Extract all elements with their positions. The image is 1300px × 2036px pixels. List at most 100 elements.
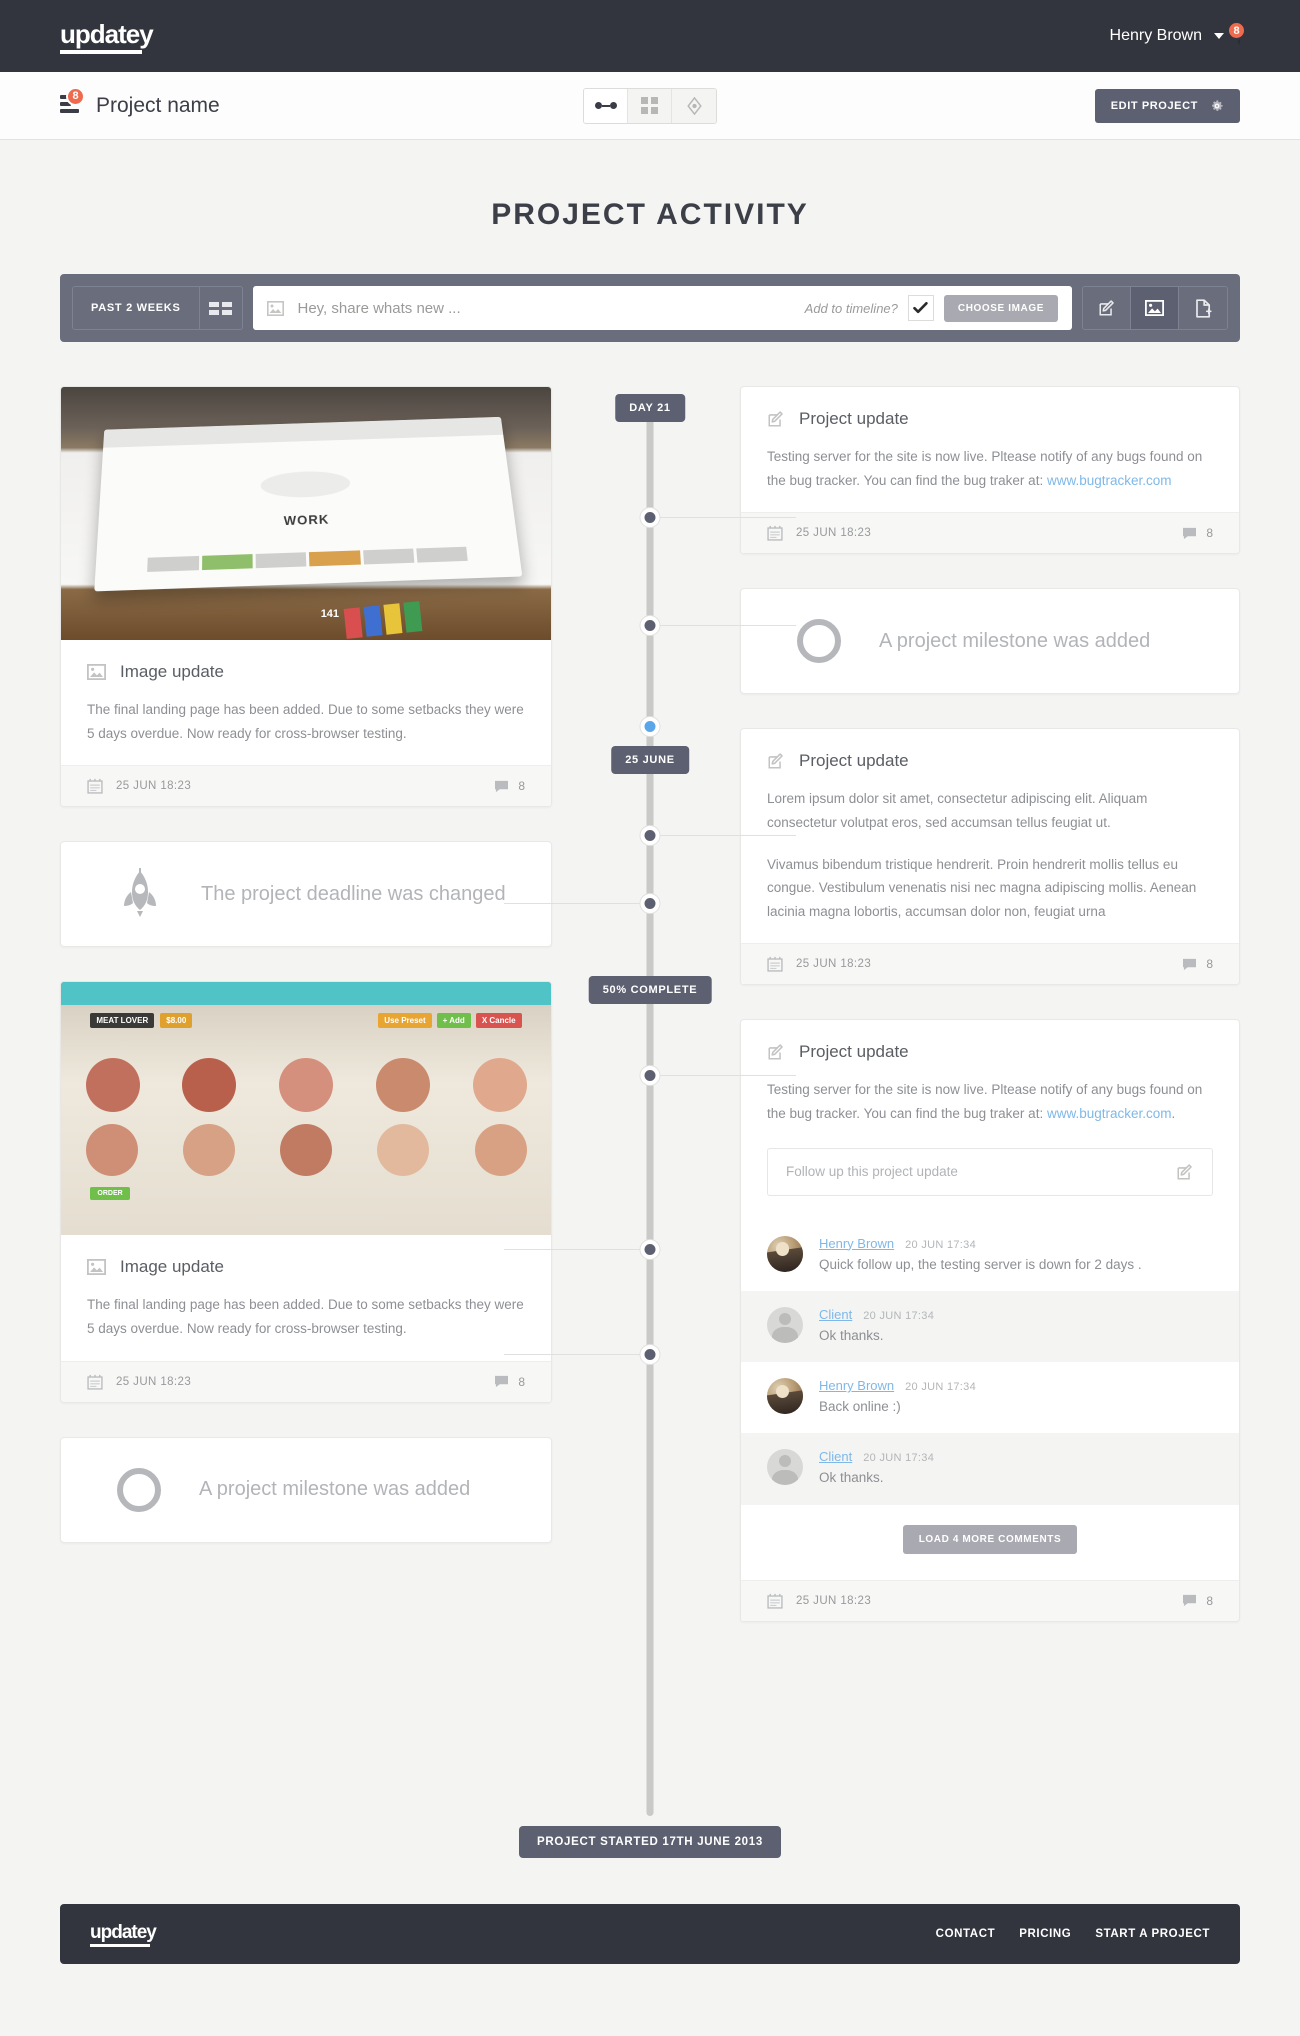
card-comment-count[interactable]: 8 bbox=[1182, 957, 1213, 971]
card-photo: WORK 141 bbox=[61, 387, 551, 640]
activity-card-image-update[interactable]: WORK 141 Image update The final landing … bbox=[60, 386, 552, 808]
event-label: The project deadline was changed bbox=[201, 882, 506, 905]
timeline-dot[interactable] bbox=[640, 894, 660, 913]
footer-link-pricing[interactable]: PRICING bbox=[1019, 1928, 1071, 1940]
compose-icon[interactable] bbox=[1176, 1163, 1194, 1181]
card-body: Image update The final landing page has … bbox=[61, 640, 551, 765]
event-label: A project milestone was added bbox=[199, 1478, 471, 1500]
card-title: Project update bbox=[799, 751, 909, 771]
comment-icon bbox=[1183, 527, 1197, 539]
comment-text: Ok thanks. bbox=[819, 1327, 884, 1343]
comment-text: Quick follow up, the testing server is d… bbox=[819, 1256, 1142, 1272]
footer-logo[interactable]: updatey bbox=[90, 1922, 157, 1947]
project-header-bar: 8 Project name EDIT PROJECT bbox=[0, 72, 1300, 140]
page-content: PROJECT ACTIVITY PAST 2 WEEKS Hey, share… bbox=[0, 140, 1300, 2036]
comment-author[interactable]: Client bbox=[819, 1307, 852, 1322]
bugtracker-link[interactable]: www.bugtracker.com bbox=[1047, 473, 1172, 488]
timeline-dot[interactable] bbox=[640, 1345, 660, 1364]
composer-actions-group[interactable] bbox=[1082, 286, 1228, 330]
comment-text: Back online :) bbox=[819, 1399, 901, 1415]
project-start-stamp[interactable]: PROJECT STARTED 17TH JUNE 2013 bbox=[519, 1826, 781, 1858]
activity-card-project-update-with-comments[interactable]: Project update Testing server for the si… bbox=[740, 1019, 1240, 1622]
bugtracker-link[interactable]: www.bugtracker.com bbox=[1047, 1106, 1172, 1121]
card-header: Project update bbox=[767, 751, 1213, 771]
comment-time: 20 JUN 17:34 bbox=[905, 1238, 977, 1251]
timeline-stamp-progress[interactable]: 50% COMPLETE bbox=[588, 976, 712, 1004]
activity-card-project-update[interactable]: Project update Lorem ipsum dolor sit ame… bbox=[740, 728, 1240, 986]
calendar-range-button[interactable] bbox=[200, 287, 242, 329]
card-comment-count[interactable]: 8 bbox=[494, 1375, 525, 1389]
grid-view-button[interactable] bbox=[628, 88, 672, 123]
follow-up-input[interactable]: Follow up this project update bbox=[786, 1164, 958, 1179]
timeline-stamp-25june[interactable]: 25 JUNE bbox=[611, 746, 689, 774]
comment-count-value: 8 bbox=[1206, 526, 1213, 541]
timeline-connector bbox=[504, 1354, 650, 1355]
footer-link-contact[interactable]: CONTACT bbox=[936, 1928, 996, 1940]
share-input[interactable]: Hey, share whats new ... bbox=[298, 300, 805, 317]
milestone-view-button[interactable] bbox=[672, 88, 716, 123]
project-notification-badge[interactable]: 8 bbox=[66, 86, 85, 106]
file-update-button[interactable] bbox=[1179, 287, 1227, 329]
card-date: 25 JUN 18:23 bbox=[116, 780, 192, 793]
card-comment-count[interactable]: 8 bbox=[494, 779, 525, 793]
timeline-dot[interactable] bbox=[640, 616, 660, 635]
card-date: 25 JUN 18:23 bbox=[796, 527, 872, 540]
card-text: The final landing page has been added. D… bbox=[87, 1297, 524, 1336]
avatar-wrapper[interactable]: 8 bbox=[1227, 21, 1246, 45]
comment-item: Client 20 JUN 17:34 Ok thanks. bbox=[741, 1290, 1239, 1363]
rocket-icon bbox=[124, 868, 156, 918]
follow-up-input-wrapper[interactable]: Follow up this project update bbox=[767, 1147, 1213, 1196]
activity-card-deadline-changed[interactable]: The project deadline was changed bbox=[60, 841, 552, 948]
comment-count-value: 8 bbox=[1206, 957, 1213, 972]
comment-author[interactable]: Henry Brown bbox=[819, 1378, 894, 1393]
timeline-dot[interactable] bbox=[640, 826, 660, 845]
timeline-dot[interactable] bbox=[640, 508, 660, 527]
activity-card-milestone-added[interactable]: A project milestone was added bbox=[740, 588, 1240, 695]
calendar-icon bbox=[767, 957, 783, 972]
date-range-selector[interactable]: PAST 2 WEEKS bbox=[72, 286, 243, 330]
image-update-button[interactable] bbox=[1131, 287, 1179, 329]
comment-item: Client 20 JUN 17:34 Ok thanks. bbox=[741, 1433, 1239, 1505]
timeline-dot[interactable] bbox=[640, 1066, 660, 1085]
comment-author[interactable]: Client bbox=[819, 1449, 852, 1464]
timeline-dot[interactable] bbox=[640, 1240, 660, 1259]
activity-composer: PAST 2 WEEKS Hey, share whats new ... Ad… bbox=[60, 274, 1240, 342]
timeline-view-button[interactable] bbox=[584, 88, 628, 123]
brand-logo[interactable]: updatey bbox=[60, 19, 154, 54]
activity-card-project-update[interactable]: Project update Testing server for the si… bbox=[740, 386, 1240, 555]
choose-image-button[interactable]: CHOOSE IMAGE bbox=[943, 294, 1058, 322]
card-body: Image update The final landing page has … bbox=[61, 1235, 551, 1360]
card-footer: 25 JUN 18:23 8 bbox=[741, 943, 1239, 985]
event-label: A project milestone was added bbox=[879, 629, 1151, 652]
timeline-stamp-day21[interactable]: DAY 21 bbox=[615, 394, 685, 422]
card-comment-count[interactable]: 8 bbox=[1182, 526, 1213, 540]
top-navigation-bar: updatey Henry Brown 8 bbox=[0, 0, 1300, 72]
user-menu[interactable]: Henry Brown 8 bbox=[1110, 21, 1246, 45]
project-list-icon[interactable]: 8 bbox=[60, 86, 85, 117]
add-to-timeline-checkbox[interactable] bbox=[907, 295, 934, 321]
card-footer: 25 JUN 18:23 8 bbox=[61, 765, 551, 807]
card-comment-count[interactable]: 8 bbox=[1182, 1594, 1213, 1608]
activity-timeline: DAY 21 25 JUNE 50% COMPLETE WORK 141 Ima… bbox=[60, 386, 1240, 1816]
activity-card-milestone-added[interactable]: A project milestone was added bbox=[60, 1436, 552, 1543]
comment-icon bbox=[495, 780, 509, 792]
notification-badge[interactable]: 8 bbox=[1227, 21, 1246, 40]
comment-author[interactable]: Henry Brown bbox=[819, 1236, 894, 1251]
comment-time: 20 JUN 17:34 bbox=[905, 1381, 977, 1394]
edit-project-button[interactable]: EDIT PROJECT bbox=[1094, 88, 1240, 123]
activity-card-image-update[interactable]: MEAT LOVER $8.00 Use Preset + Add X Canc… bbox=[60, 981, 552, 1403]
footer-link-start-a-project[interactable]: START A PROJECT bbox=[1095, 1928, 1210, 1940]
comment-count-value: 8 bbox=[518, 1374, 525, 1389]
card-title: Project update bbox=[799, 1042, 909, 1062]
composer-input-wrapper[interactable]: Hey, share whats new ... Add to timeline… bbox=[252, 286, 1072, 330]
footer-links: CONTACT PRICING START A PROJECT bbox=[936, 1928, 1210, 1940]
add-to-timeline-label: Add to timeline? bbox=[804, 300, 898, 316]
timeline-connector bbox=[650, 625, 796, 626]
comment-count-value: 8 bbox=[518, 779, 525, 794]
view-toggle-group[interactable] bbox=[583, 87, 717, 124]
timeline-right-column: Project update Testing server for the si… bbox=[740, 386, 1240, 1656]
text-update-button[interactable] bbox=[1083, 287, 1131, 329]
load-more-comments-button[interactable]: LOAD 4 MORE COMMENTS bbox=[902, 1524, 1078, 1554]
comment-count-value: 8 bbox=[1206, 1593, 1213, 1608]
timeline-dot-active[interactable] bbox=[640, 717, 660, 736]
